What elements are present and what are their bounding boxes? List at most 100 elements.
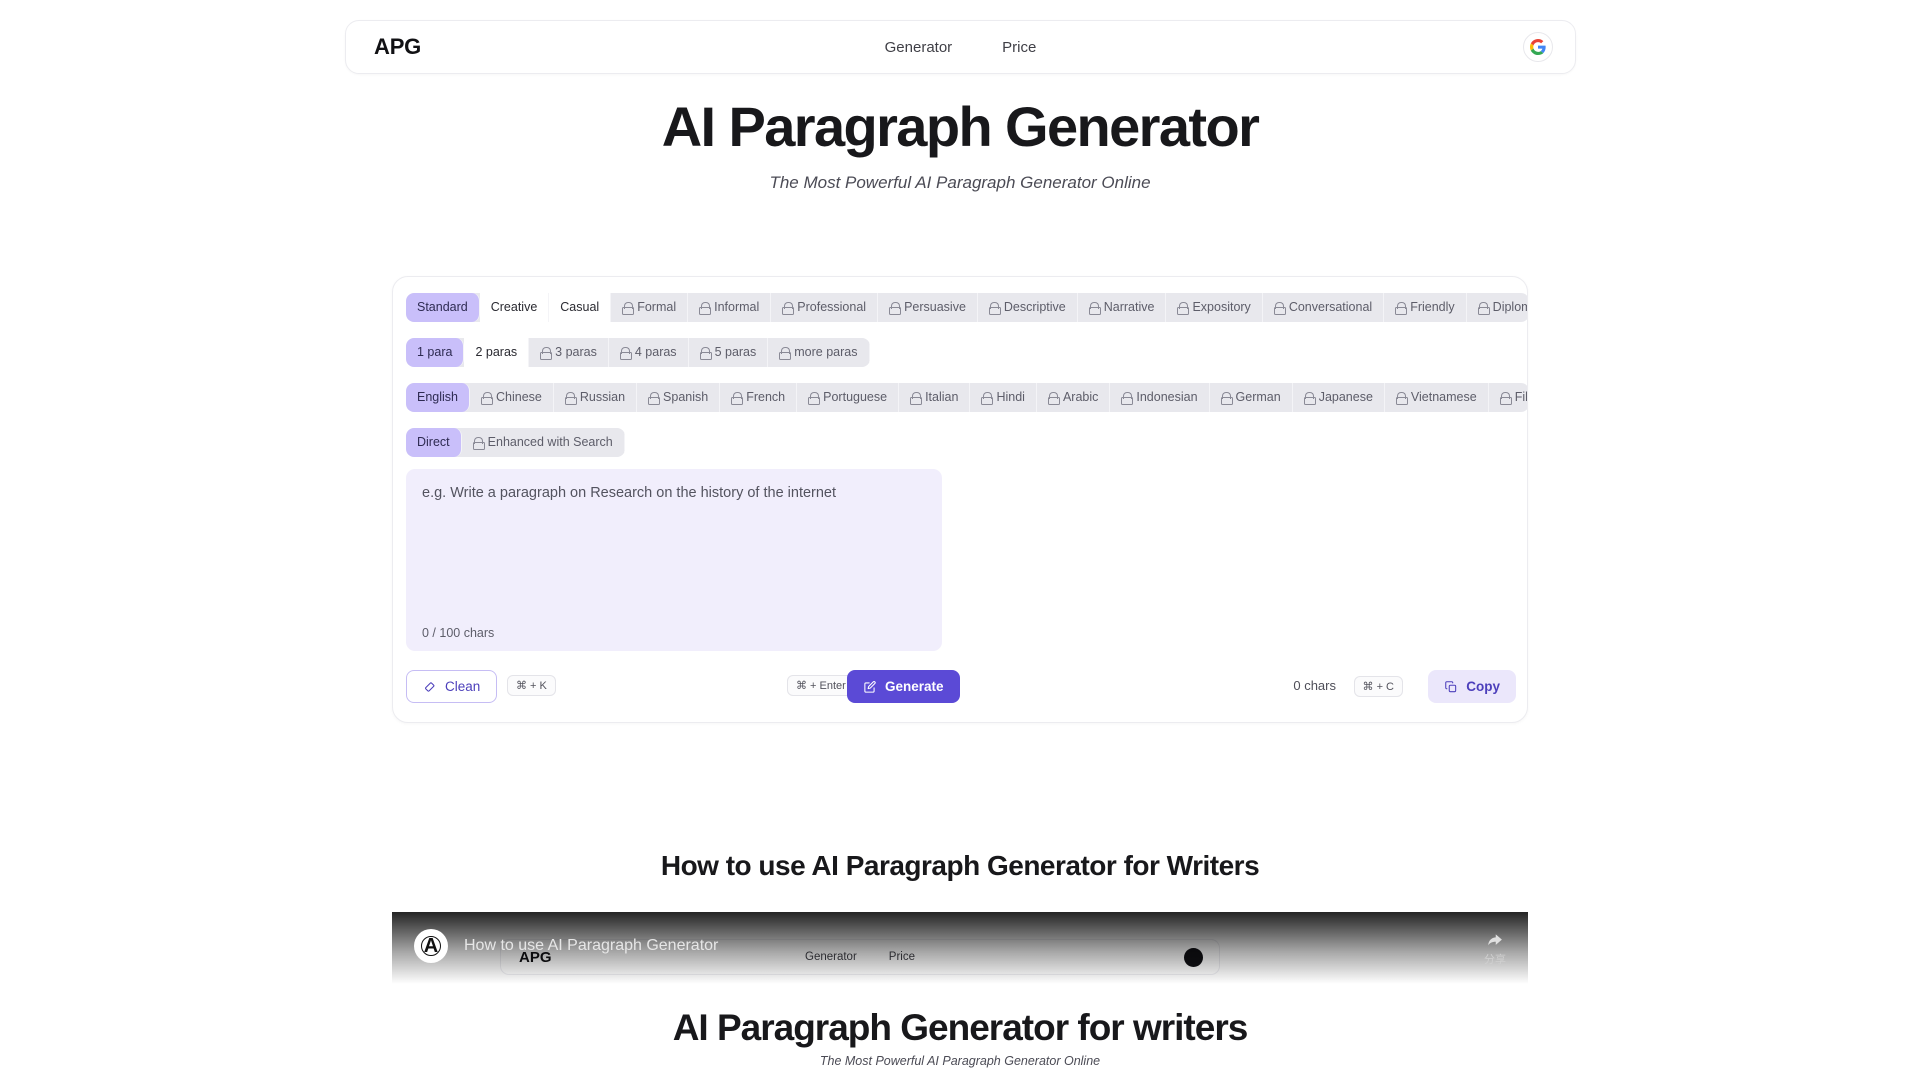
language-option-label: Spanish xyxy=(663,390,709,404)
lock-icon xyxy=(1177,302,1190,315)
language-option-japanese[interactable]: Japanese xyxy=(1293,383,1385,412)
tone-option-label: Conversational xyxy=(1288,300,1373,314)
language-option-english[interactable]: English xyxy=(406,383,470,412)
language-selector: English Chinese Russian Spanish French Portug… xyxy=(406,383,1527,412)
length-selector: 1 para 2 paras 3 paras 4 paras 5 paras more p… xyxy=(406,338,870,367)
output-char-count: 0 chars xyxy=(1293,678,1336,693)
tone-option-descriptive[interactable]: Descriptive xyxy=(978,293,1078,322)
lock-icon xyxy=(540,347,553,360)
input-char-count: 0 / 100 chars xyxy=(422,626,495,640)
clean-shortcut-hint: ⌘ + K xyxy=(507,675,556,696)
lock-icon xyxy=(1477,302,1490,315)
length-option-2-paras[interactable]: 2 paras xyxy=(464,338,530,367)
mode-option-direct[interactable]: Direct xyxy=(406,428,462,457)
tone-option-label: Expository xyxy=(1192,300,1251,314)
nav-item-price[interactable]: Price xyxy=(1002,39,1036,56)
language-option-label: Hindi xyxy=(996,390,1025,404)
tone-option-creative[interactable]: Creative xyxy=(479,293,550,322)
language-option-french[interactable]: French xyxy=(720,383,798,412)
language-option-label: Portuguese xyxy=(823,390,888,404)
tone-option-informal[interactable]: Informal xyxy=(688,293,772,322)
language-option-vietnamese[interactable]: Vietnamese xyxy=(1385,383,1489,412)
tone-option-label: Informal xyxy=(714,300,760,314)
generate-button-label: Generate xyxy=(885,679,944,694)
video-channel-avatar[interactable]: A xyxy=(414,929,448,963)
language-option-label: French xyxy=(746,390,786,404)
language-option-arabic[interactable]: Arabic xyxy=(1037,383,1111,412)
lock-icon xyxy=(808,392,821,405)
language-option-filipino[interactable]: Filipino xyxy=(1489,383,1527,412)
tone-option-conversational[interactable]: Conversational xyxy=(1263,293,1385,322)
clean-button[interactable]: Clean xyxy=(406,670,498,703)
lock-icon xyxy=(619,347,632,360)
tone-option-casual[interactable]: Casual xyxy=(549,293,612,322)
length-option-more-paras[interactable]: more paras xyxy=(768,338,870,367)
google-signin-button[interactable] xyxy=(1523,32,1553,62)
language-option-label: Vietnamese xyxy=(1410,390,1477,404)
language-option-italian[interactable]: Italian xyxy=(899,383,971,412)
language-option-label: Chinese xyxy=(496,390,542,404)
length-option-label: 1 para xyxy=(417,345,453,359)
mode-option-enhanced-with-search[interactable]: Enhanced with Search xyxy=(462,428,625,457)
language-option-chinese[interactable]: Chinese xyxy=(470,383,554,412)
length-option-label: 5 paras xyxy=(714,345,757,359)
length-option-1-para[interactable]: 1 para xyxy=(406,338,465,367)
lock-icon xyxy=(1220,392,1233,405)
tone-selector: Standard Creative Casual Formal Informal Prof… xyxy=(406,293,1527,322)
generate-shortcut-hint: ⌘ + Enter xyxy=(787,675,855,696)
eraser-icon xyxy=(425,681,435,692)
length-option-4-paras[interactable]: 4 paras xyxy=(609,338,689,367)
language-option-hindi[interactable]: Hindi xyxy=(970,383,1037,412)
language-option-label: Italian xyxy=(925,390,959,404)
brand-logo[interactable]: APG xyxy=(374,34,421,60)
video-share-button[interactable]: 分享 xyxy=(1484,931,1506,967)
google-icon xyxy=(1530,39,1546,55)
length-option-label: more paras xyxy=(794,345,858,359)
lock-icon xyxy=(699,302,712,315)
lock-icon xyxy=(1499,392,1512,405)
language-option-russian[interactable]: Russian xyxy=(554,383,638,412)
tone-option-professional[interactable]: Professional xyxy=(771,293,879,322)
lock-icon xyxy=(648,392,661,405)
mode-option-label: Enhanced with Search xyxy=(487,435,613,449)
copy-shortcut-hint: ⌘ + C xyxy=(1353,676,1403,697)
tone-option-persuasive[interactable]: Persuasive xyxy=(878,293,978,322)
nav-item-generator[interactable]: Generator xyxy=(885,39,953,56)
tone-option-expository[interactable]: Expository xyxy=(1166,293,1263,322)
generator-action-bar: Clean ⌘ + K ⌘ + Enter Generate 0 chars ⌘… xyxy=(406,670,1516,703)
lock-icon xyxy=(1273,302,1286,315)
lock-icon xyxy=(1088,302,1101,315)
language-option-german[interactable]: German xyxy=(1210,383,1293,412)
tone-option-label: Standard xyxy=(417,300,468,314)
lock-icon xyxy=(564,392,577,405)
lock-icon xyxy=(910,392,923,405)
length-option-3-paras[interactable]: 3 paras xyxy=(529,338,609,367)
copy-button[interactable]: Copy xyxy=(1428,670,1516,703)
language-option-spanish[interactable]: Spanish xyxy=(637,383,721,412)
lock-icon xyxy=(1121,392,1134,405)
share-arrow-icon xyxy=(1488,934,1502,946)
tone-option-friendly[interactable]: Friendly xyxy=(1384,293,1467,322)
tone-option-diplomatic[interactable]: Diplomatic xyxy=(1467,293,1527,322)
video-frame-subtitle: The Most Powerful AI Paragraph Generator… xyxy=(819,1054,1101,1068)
mode-selector: Direct Enhanced with Search xyxy=(406,428,625,457)
mode-option-label: Direct xyxy=(417,435,450,449)
language-option-indonesian[interactable]: Indonesian xyxy=(1110,383,1210,412)
length-option-5-paras[interactable]: 5 paras xyxy=(689,338,769,367)
lock-icon xyxy=(1395,392,1408,405)
language-option-portuguese[interactable]: Portuguese xyxy=(797,383,900,412)
video-player[interactable]: APG Generator Price AI Paragraph Generat… xyxy=(392,912,1528,1080)
tone-option-narrative[interactable]: Narrative xyxy=(1078,293,1167,322)
prompt-input-panel[interactable]: e.g. Write a paragraph on Research on th… xyxy=(406,469,942,651)
copy-icon xyxy=(1445,680,1457,692)
tone-option-formal[interactable]: Formal xyxy=(611,293,689,322)
video-channel-avatar-letter: A xyxy=(423,934,439,957)
length-option-label: 4 paras xyxy=(634,345,677,359)
generate-button[interactable]: Generate xyxy=(847,670,960,703)
video-share-label: 分享 xyxy=(1484,954,1506,966)
video-title: How to use AI Paragraph Generator xyxy=(464,937,719,954)
lock-icon xyxy=(731,392,744,405)
tone-option-standard[interactable]: Standard xyxy=(406,293,480,322)
language-option-label: Russian xyxy=(579,390,626,404)
lock-icon xyxy=(889,302,902,315)
